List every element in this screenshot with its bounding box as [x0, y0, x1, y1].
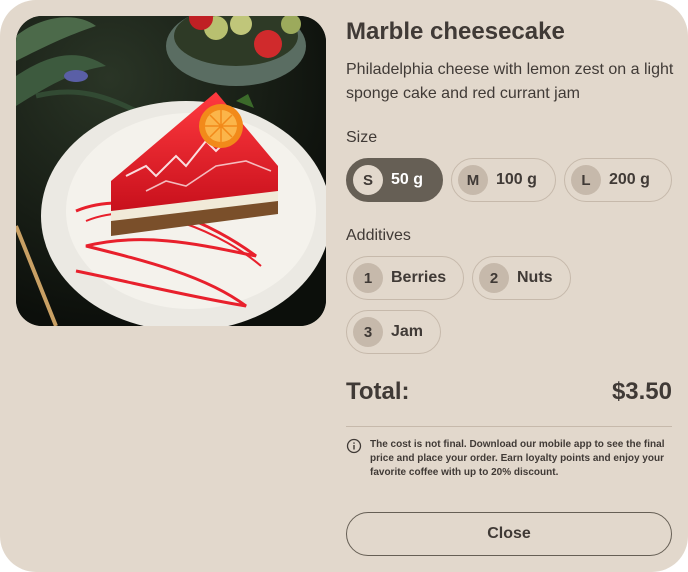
divider	[346, 426, 672, 427]
size-value: 50 g	[391, 171, 424, 188]
cheesecake-photo	[16, 16, 326, 326]
close-button[interactable]: Close	[346, 512, 672, 556]
additive-tag: 3	[353, 317, 383, 347]
additive-option-jam[interactable]: 3 Jam	[346, 310, 441, 354]
total-label: Total:	[346, 378, 410, 405]
additive-option-berries[interactable]: 1 Berries	[346, 256, 464, 300]
additive-value: Jam	[391, 323, 424, 340]
size-label: Size	[346, 129, 378, 146]
additive-value: Berries	[391, 269, 447, 286]
size-value: 200 g	[609, 171, 650, 188]
info-icon	[346, 438, 362, 454]
product-description: Philadelphia cheese with lemon zest on a…	[346, 61, 674, 102]
additive-option-nuts[interactable]: 2 Nuts	[472, 256, 571, 300]
additive-tag: 2	[479, 263, 509, 293]
size-option-s[interactable]: S 50 g	[346, 158, 443, 202]
size-tag: M	[458, 165, 488, 195]
size-value: 100 g	[496, 171, 537, 188]
size-option-l[interactable]: L 200 g	[564, 158, 672, 202]
additives-label: Additives	[346, 227, 411, 244]
price-note: The cost is not final. Download our mobi…	[370, 439, 665, 478]
additive-tag: 1	[353, 263, 383, 293]
product-title: Marble cheesecake	[346, 18, 565, 45]
additive-value: Nuts	[517, 269, 553, 286]
product-image	[16, 16, 326, 326]
size-option-m[interactable]: M 100 g	[451, 158, 556, 202]
total-value: $3.50	[611, 378, 672, 405]
product-modal: Marble cheesecake Philadelphia cheese wi…	[0, 0, 688, 572]
size-tag: S	[353, 165, 383, 195]
size-tag: L	[571, 165, 601, 195]
